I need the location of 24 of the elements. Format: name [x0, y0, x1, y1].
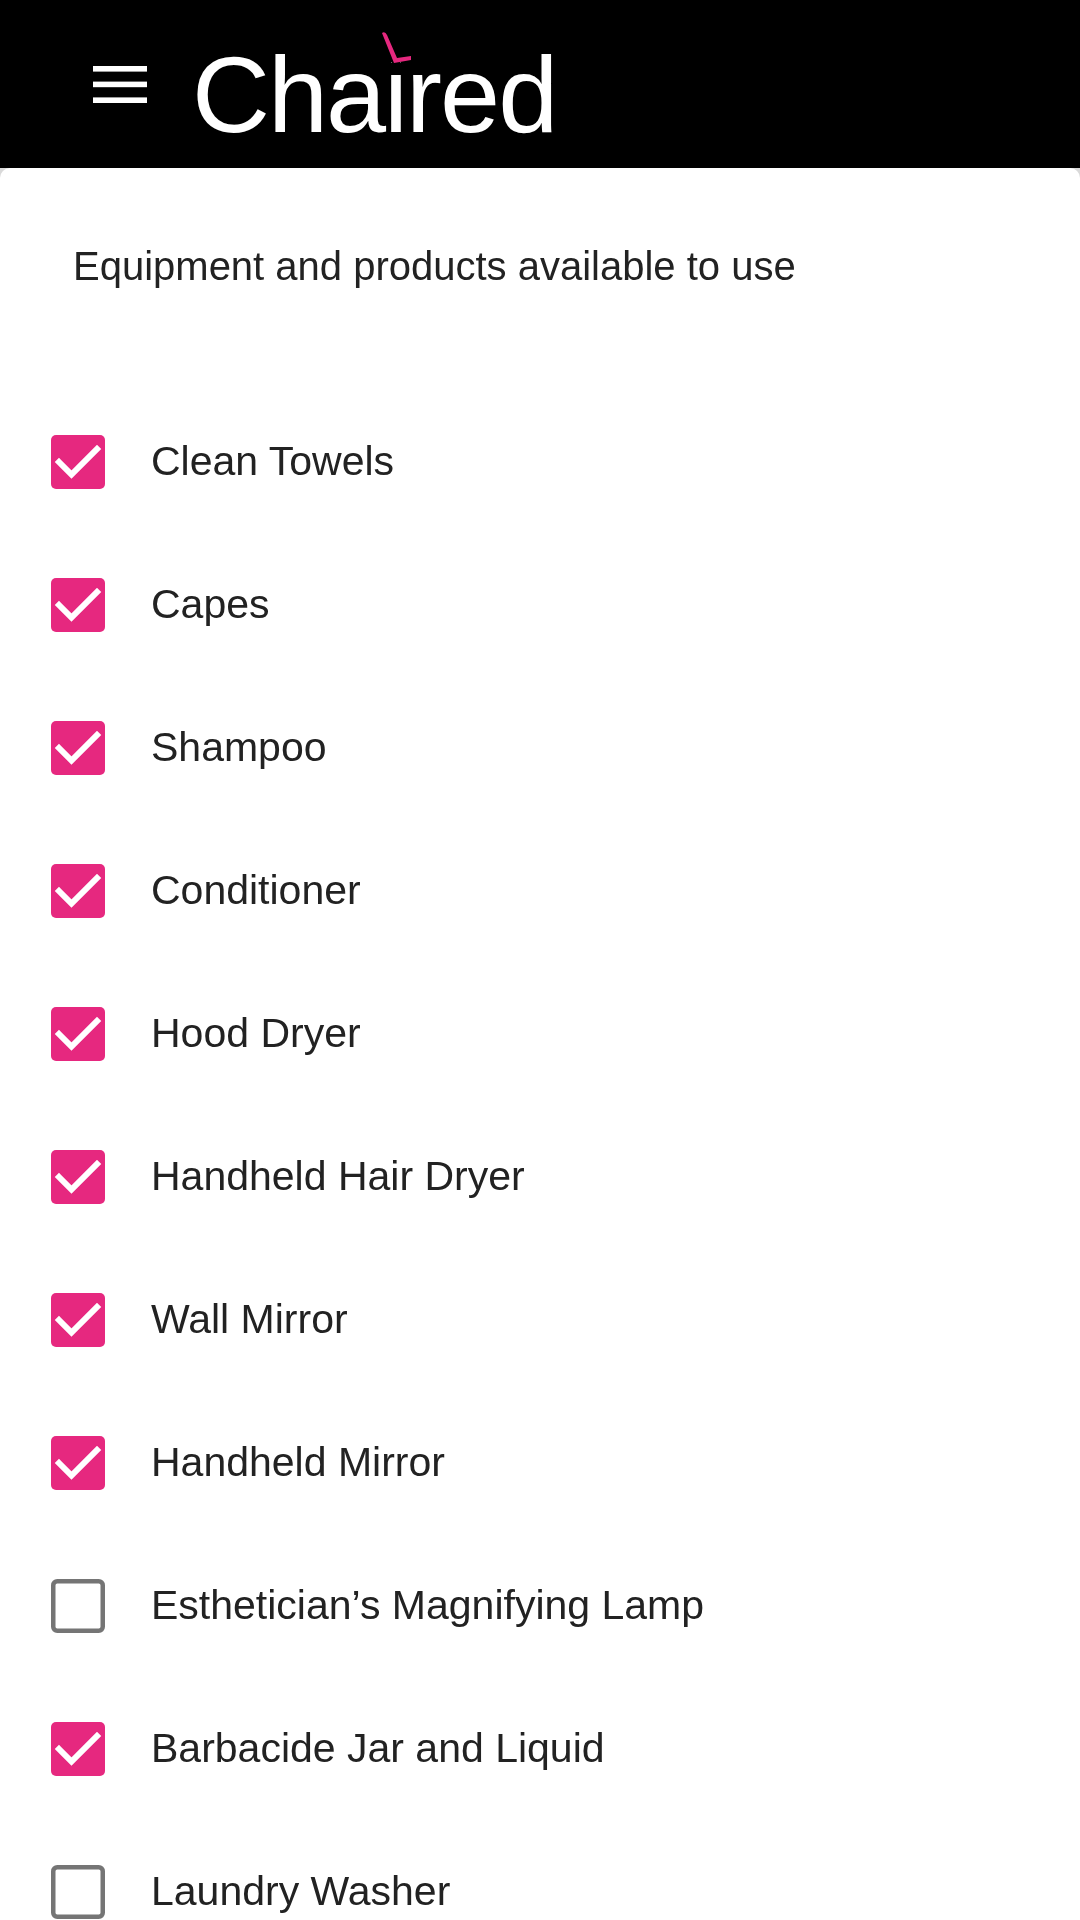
checkbox[interactable] [51, 1292, 105, 1347]
checkbox[interactable] [51, 577, 105, 632]
checkbox[interactable] [51, 1578, 105, 1633]
checkbox-label[interactable]: Conditioner [151, 867, 361, 914]
checkbox-label[interactable]: Handheld Mirror [151, 1439, 445, 1486]
checkbox-label[interactable]: Esthetician’s Magnifying Lamp [151, 1582, 705, 1629]
checkbox-label[interactable]: Barbacide Jar and Liquid [151, 1725, 605, 1772]
checkbox[interactable] [51, 1864, 105, 1919]
checkbox-label[interactable]: Laundry Washer [151, 1868, 451, 1915]
menu-icon[interactable] [93, 65, 147, 103]
checkbox[interactable] [51, 1435, 105, 1490]
checkbox[interactable] [51, 863, 105, 918]
checkbox[interactable] [51, 1006, 105, 1061]
checkbox[interactable] [51, 1149, 105, 1204]
checkbox-label[interactable]: Clean Towels [151, 438, 395, 485]
checkbox-label[interactable]: Hood Dryer [151, 1010, 361, 1057]
checkbox-label[interactable]: Wall Mirror [151, 1296, 348, 1343]
checkbox-label[interactable]: Capes [151, 581, 270, 628]
section-title: Equipment and products available to use [73, 243, 797, 290]
checkbox[interactable] [51, 1721, 105, 1776]
checkbox-label[interactable]: Handheld Hair Dryer [151, 1153, 525, 1200]
checkbox-label[interactable]: Shampoo [151, 724, 327, 771]
checkbox[interactable] [51, 434, 105, 489]
checkbox[interactable] [51, 720, 105, 775]
